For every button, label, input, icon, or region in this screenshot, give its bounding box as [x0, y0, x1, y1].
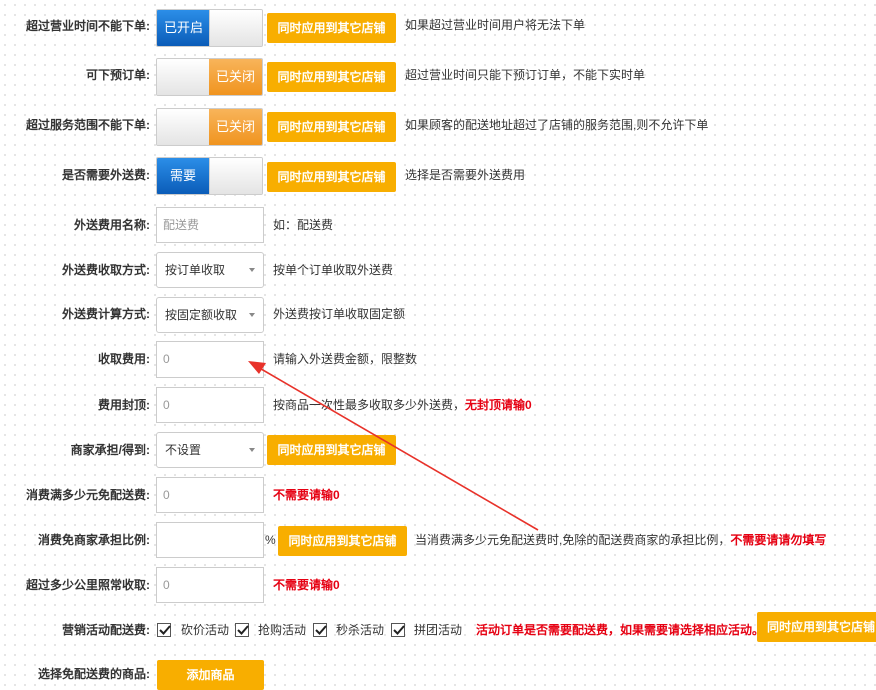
annotation-arrow-icon: [248, 361, 539, 531]
